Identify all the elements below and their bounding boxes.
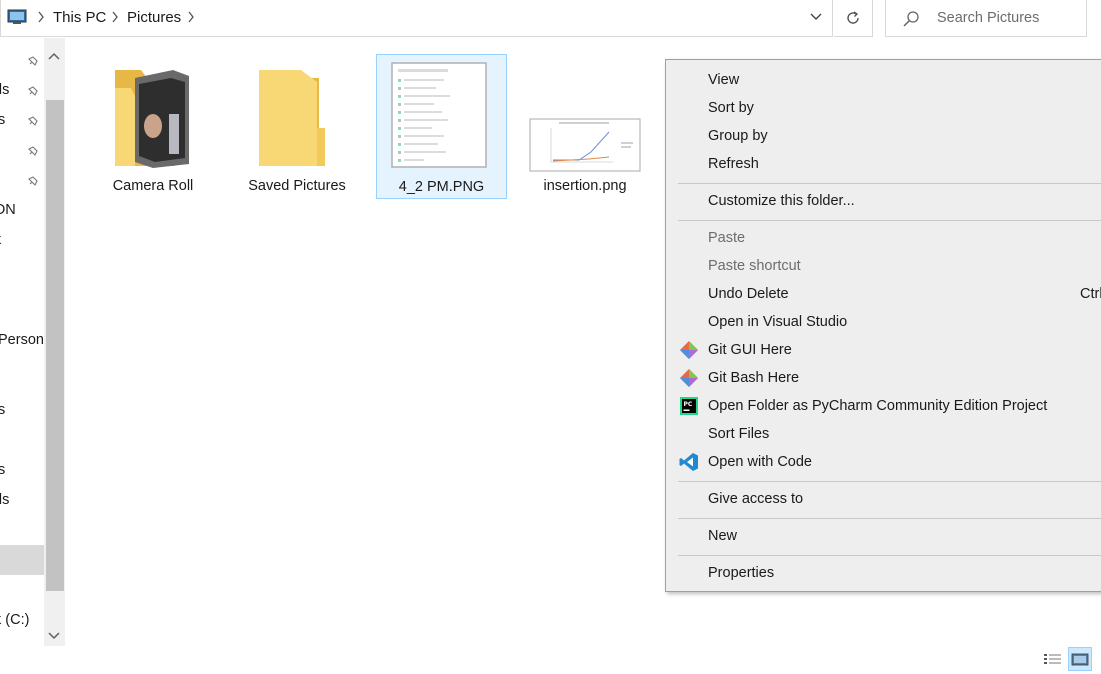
menu-item-group-by[interactable]: Group by bbox=[708, 128, 768, 144]
nav-item-4[interactable]: k bbox=[0, 232, 1, 248]
details-view-button[interactable] bbox=[1041, 647, 1065, 671]
menu-item-sort-by[interactable]: Sort by bbox=[708, 100, 754, 116]
nav-item-local-disk-c[interactable]: k (C:) bbox=[0, 612, 29, 628]
file-item-insertion-png[interactable]: insertion.png bbox=[523, 54, 647, 199]
menu-item-git-gui[interactable]: Git GUI Here bbox=[708, 342, 792, 358]
search-placeholder: Search Pictures bbox=[937, 10, 1040, 26]
menu-item-undo-delete[interactable]: Undo Delete bbox=[708, 286, 789, 302]
menu-item-paste-shortcut: Paste shortcut bbox=[708, 258, 801, 274]
menu-item-open-with-code[interactable]: Open with Code bbox=[708, 454, 812, 470]
breadcrumb-pictures[interactable]: Pictures bbox=[127, 9, 181, 26]
svg-text:PC: PC bbox=[684, 401, 693, 408]
this-pc-icon bbox=[7, 9, 27, 24]
file-label: Saved Pictures bbox=[248, 178, 346, 194]
search-box[interactable]: Search Pictures bbox=[885, 0, 1087, 37]
nav-item-8[interactable]: ds bbox=[0, 492, 9, 508]
menu-item-open-visual-studio[interactable]: Open in Visual Studio bbox=[708, 314, 847, 330]
chart-thumbnail-icon bbox=[529, 118, 641, 172]
menu-item-refresh[interactable]: Refresh bbox=[708, 156, 759, 172]
scrollbar-thumb[interactable] bbox=[46, 100, 64, 591]
refresh-icon bbox=[847, 11, 859, 24]
nav-scrollbar[interactable] bbox=[44, 38, 65, 646]
menu-separator bbox=[678, 518, 1101, 519]
nav-item-3[interactable]: ON bbox=[0, 202, 16, 218]
menu-item-paste: Paste bbox=[708, 230, 746, 246]
pycharm-icon: PC bbox=[680, 397, 698, 415]
chevron-right-icon[interactable] bbox=[37, 11, 45, 23]
file-label: insertion.png bbox=[543, 178, 627, 194]
menu-separator bbox=[678, 220, 1101, 221]
breadcrumb-this-pc[interactable]: This PC bbox=[53, 9, 106, 26]
menu-separator bbox=[678, 555, 1101, 556]
chevron-right-icon[interactable] bbox=[111, 11, 119, 23]
pin-icon[interactable] bbox=[27, 145, 39, 157]
refresh-button[interactable] bbox=[834, 0, 873, 37]
git-gui-icon bbox=[680, 341, 698, 359]
file-item-saved-pictures[interactable]: Saved Pictures bbox=[244, 54, 350, 199]
menu-item-sort-files[interactable]: Sort Files bbox=[708, 426, 769, 442]
vscode-icon bbox=[679, 453, 698, 471]
nav-item-documents[interactable]: ts bbox=[0, 112, 5, 128]
scroll-down-icon[interactable] bbox=[48, 632, 60, 640]
menu-item-customize-folder[interactable]: Customize this folder... bbox=[708, 193, 855, 209]
pin-icon[interactable] bbox=[27, 55, 39, 67]
menu-item-view[interactable]: View bbox=[708, 72, 739, 88]
menu-separator bbox=[678, 183, 1101, 184]
pin-icon[interactable] bbox=[27, 115, 39, 127]
file-label: Camera Roll bbox=[112, 178, 194, 194]
menu-separator bbox=[678, 481, 1101, 482]
image-thumbnail-icon bbox=[391, 62, 487, 168]
file-item-camera-roll[interactable]: Camera Roll bbox=[100, 54, 206, 199]
folder-icon bbox=[259, 70, 325, 166]
nav-selected-item[interactable] bbox=[0, 545, 44, 575]
nav-item-7[interactable]: ts bbox=[0, 462, 5, 478]
undo-delete-shortcut: Ctrl bbox=[1080, 286, 1101, 302]
menu-item-pycharm[interactable]: Open Folder as PyCharm Community Edition… bbox=[708, 398, 1047, 414]
large-icons-view-icon bbox=[1071, 653, 1089, 666]
details-view-icon bbox=[1044, 654, 1061, 664]
menu-item-give-access[interactable]: Give access to bbox=[708, 491, 803, 507]
nav-item-downloads[interactable]: ds bbox=[0, 82, 9, 98]
nav-item-onedrive-personal[interactable]: Person bbox=[0, 332, 44, 348]
navigation-pane[interactable]: ds ts ON k Person ts ts ds k (C:) bbox=[0, 38, 44, 648]
search-icon bbox=[903, 11, 919, 27]
scroll-up-icon[interactable] bbox=[48, 52, 60, 60]
folder-with-photo-icon bbox=[115, 70, 189, 168]
context-menu: View Sort by Group by Refresh Customize … bbox=[665, 59, 1101, 592]
file-item-4-2-pm-png[interactable]: 4_2 PM.PNG bbox=[376, 54, 507, 199]
chevron-right-icon[interactable] bbox=[187, 11, 195, 23]
git-bash-icon bbox=[680, 369, 698, 387]
menu-item-git-bash[interactable]: Git Bash Here bbox=[708, 370, 799, 386]
chevron-down-icon[interactable] bbox=[810, 12, 822, 22]
menu-item-properties[interactable]: Properties bbox=[708, 565, 774, 581]
menu-item-new[interactable]: New bbox=[708, 528, 737, 544]
file-label: 4_2 PM.PNG bbox=[398, 179, 485, 195]
nav-item-6[interactable]: ts bbox=[0, 402, 5, 418]
address-bar[interactable]: This PC Pictures bbox=[0, 0, 833, 37]
pin-icon[interactable] bbox=[27, 85, 39, 97]
pin-icon[interactable] bbox=[27, 175, 39, 187]
large-icons-view-button[interactable] bbox=[1068, 647, 1092, 671]
